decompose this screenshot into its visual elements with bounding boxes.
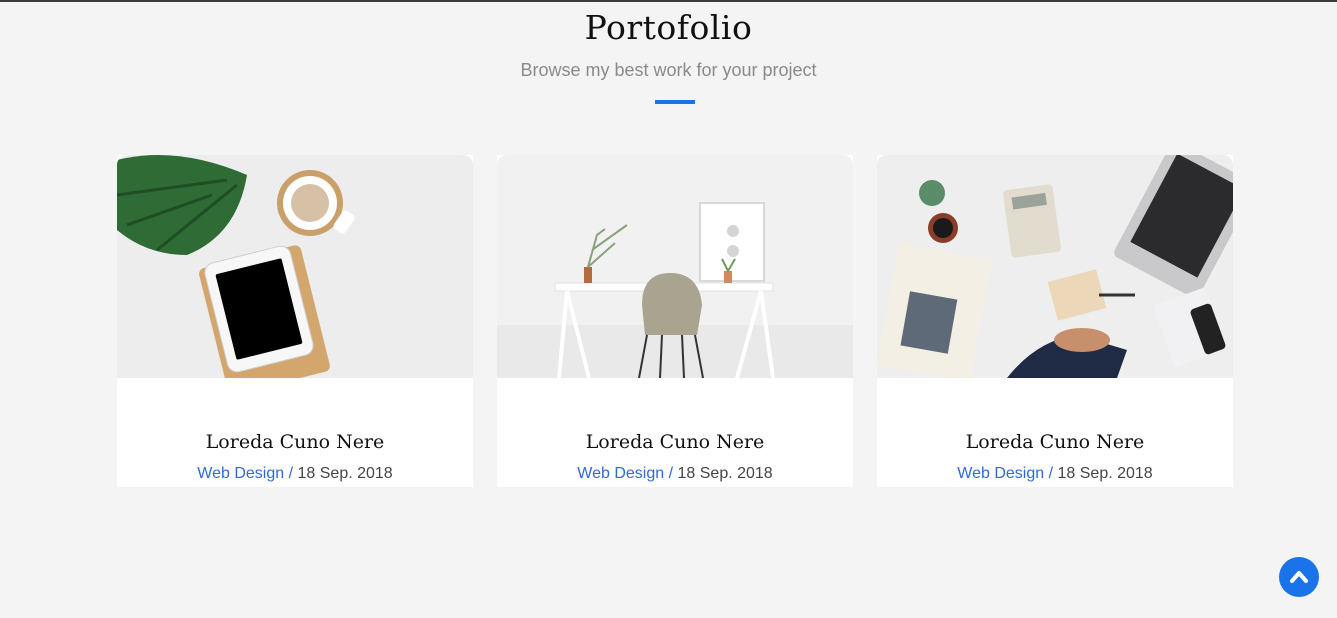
card-date: 18 Sep. 2018 xyxy=(297,465,393,482)
top-border xyxy=(0,0,1337,2)
card-title: Loreda Cuno Nere xyxy=(585,431,765,453)
portfolio-card[interactable]: Loreda Cuno Nere Web Design / 18 Sep. 20… xyxy=(117,155,473,487)
card-category-link[interactable]: Web Design xyxy=(577,465,664,482)
portfolio-image-tablet-plant[interactable] xyxy=(117,155,473,378)
meta-separator: / xyxy=(664,465,678,482)
section-subtitle: Browse my best work for your project xyxy=(520,60,817,80)
card-meta: Web Design / 18 Sep. 2018 xyxy=(877,465,1233,483)
card-meta: Web Design / 18 Sep. 2018 xyxy=(497,465,853,483)
title-underline xyxy=(655,100,695,104)
card-meta: Web Design / 18 Sep. 2018 xyxy=(117,465,473,483)
card-title: Loreda Cuno Nere xyxy=(205,431,385,453)
card-date: 18 Sep. 2018 xyxy=(677,465,773,482)
section-title: Portofolio xyxy=(584,8,753,47)
meta-separator: / xyxy=(1044,465,1058,482)
chevron-up-icon xyxy=(1290,571,1308,583)
card-category-link[interactable]: Web Design xyxy=(957,465,1044,482)
card-title: Loreda Cuno Nere xyxy=(965,431,1145,453)
portfolio-image-desk-chair[interactable] xyxy=(497,155,853,378)
meta-separator: / xyxy=(284,465,298,482)
portfolio-image-business-desk[interactable] xyxy=(877,155,1233,378)
card-category-link[interactable]: Web Design xyxy=(197,465,284,482)
portfolio-card[interactable]: Loreda Cuno Nere Web Design / 18 Sep. 20… xyxy=(877,155,1233,487)
back-to-top-button[interactable] xyxy=(1279,557,1319,597)
card-date: 18 Sep. 2018 xyxy=(1057,465,1153,482)
portfolio-card[interactable]: Loreda Cuno Nere Web Design / 18 Sep. 20… xyxy=(497,155,853,487)
